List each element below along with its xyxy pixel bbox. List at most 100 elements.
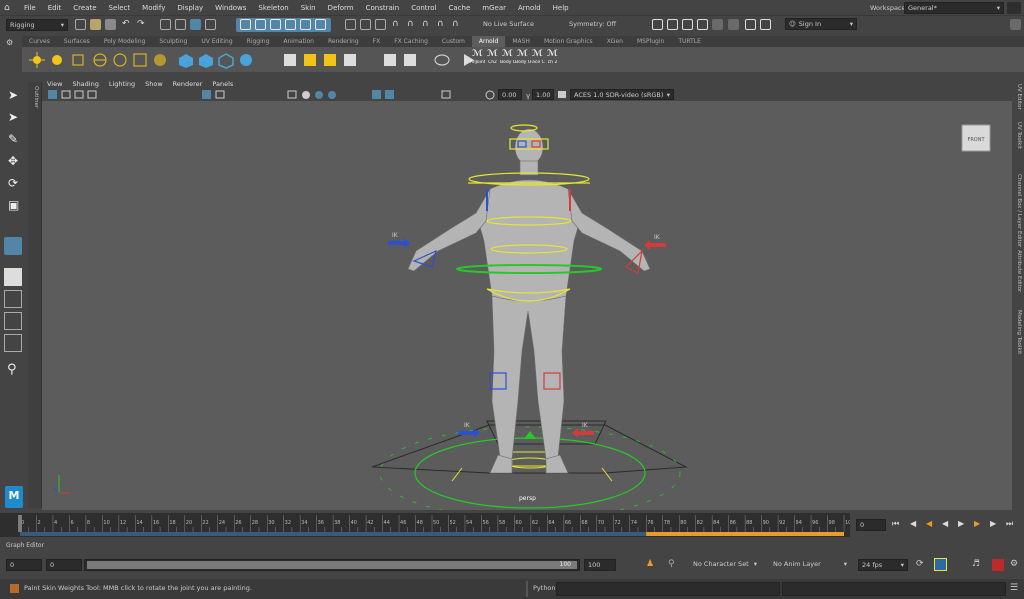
shelf-tab-fx-caching[interactable]: FX Caching (387, 36, 435, 47)
lights-icon[interactable] (328, 91, 336, 99)
magnet-icon-3[interactable]: ∩ (422, 19, 433, 30)
scale-tool-icon[interactable]: ▣ (8, 198, 19, 212)
material-icon[interactable] (324, 54, 336, 66)
bookmark-icon[interactable] (74, 90, 84, 99)
animation-start-field[interactable]: 0 (6, 559, 42, 571)
open-scene-icon[interactable] (90, 19, 101, 30)
viewport-scene[interactable]: IK IK IK IK FRONT persp (42, 101, 1012, 510)
paint-select-icon[interactable]: ✎ (8, 132, 18, 146)
shelf-tab-animation[interactable]: Animation (276, 36, 321, 47)
shelf-tab-poly-modeling[interactable]: Poly Modeling (97, 36, 153, 47)
script-editor-icon[interactable]: ☰ (1010, 583, 1018, 593)
select-joints-icon[interactable] (384, 54, 396, 66)
toggle-panel-icon[interactable] (745, 19, 756, 30)
script-language-button[interactable]: Python (533, 584, 556, 592)
rotate-tool-icon[interactable]: ⟳ (8, 176, 18, 190)
shelf-tab-uv-editing[interactable]: UV Editing (194, 36, 239, 47)
color-management-icon[interactable] (558, 91, 566, 98)
select-object-icon[interactable] (175, 19, 186, 30)
fps-dropdown[interactable]: 24 fps ▾ (858, 559, 908, 571)
play-backwards-icon[interactable]: ◀ (942, 519, 948, 528)
settings-cube-icon[interactable] (1010, 19, 1021, 30)
gamma-field[interactable]: 1.00 (532, 89, 554, 100)
lock-selection-icon[interactable] (205, 19, 216, 30)
menu-mgear[interactable]: mGear (476, 0, 512, 16)
symmetry-dropdown[interactable]: Symmetry: Off (566, 19, 640, 31)
shelf-tab-rendering[interactable]: Rendering (321, 36, 366, 47)
step-back-key-icon[interactable]: ◀ (910, 519, 916, 528)
render-view-icon[interactable] (652, 19, 663, 30)
flush-cache-icon[interactable] (284, 54, 296, 66)
render-frame-icon[interactable] (345, 19, 356, 30)
menu-edit[interactable]: Edit (42, 0, 68, 16)
shelf-tab-fx[interactable]: FX (366, 36, 388, 47)
shelf-tab-turtle[interactable]: TURTLE (671, 36, 708, 47)
snap-edge-icon[interactable] (315, 19, 326, 30)
go-to-end-icon[interactable]: ⏭ (1006, 519, 1013, 529)
sound-icon[interactable]: ♬ (972, 559, 980, 569)
step-forward-key-icon[interactable]: ▶ (990, 519, 996, 528)
two-view-layout-icon[interactable] (4, 312, 22, 330)
range-slider[interactable]: 100 (84, 559, 580, 571)
xray-joints-icon[interactable] (385, 90, 394, 99)
lasso-tool-icon[interactable]: ➤ (8, 110, 18, 124)
wireframe-icon[interactable] (287, 90, 297, 99)
step-forward-frame-icon[interactable]: ▶ (974, 519, 980, 528)
shelf-tab-custom[interactable]: Custom (435, 36, 472, 47)
toggle-panel-icon-2[interactable] (760, 19, 771, 30)
sun-icon[interactable] (29, 52, 45, 68)
playback-preferences-icon[interactable] (992, 559, 1004, 571)
command-line-input[interactable] (556, 582, 780, 596)
menu-select[interactable]: Select (103, 0, 137, 16)
outliner-strip[interactable]: Outliner (28, 82, 42, 508)
outliner-tab[interactable]: Outliner (33, 86, 39, 108)
select-tool-icon[interactable]: ➤ (8, 88, 18, 102)
shelf-script-button[interactable]: ℳ AllJoint (470, 49, 485, 70)
bulb-icon[interactable] (52, 55, 62, 65)
shelf-script-button[interactable]: ℳ Face Ct (530, 49, 545, 70)
menu-skin[interactable]: Skin (295, 0, 322, 16)
skydome-icon[interactable] (93, 53, 107, 67)
magnet-icon[interactable]: ∩ (392, 19, 403, 30)
graph-editor-label[interactable]: Graph Editor (6, 542, 44, 549)
redo-icon[interactable]: ↷ (137, 19, 148, 30)
shelf-tab-motion-graphics[interactable]: Motion Graphics (537, 36, 600, 47)
mode-dropdown[interactable]: Rigging ▾ (6, 19, 68, 31)
key-icon[interactable]: ⚲ (668, 559, 675, 569)
undo-icon[interactable]: ↶ (122, 19, 133, 30)
loop-icon[interactable]: ⟳ (916, 559, 924, 569)
display-icon[interactable] (434, 54, 450, 66)
magnet-icon-2[interactable]: ∩ (407, 19, 418, 30)
play-forwards-icon[interactable]: ▶ (958, 519, 964, 528)
camera-attributes-icon[interactable] (61, 90, 71, 99)
license-icon[interactable] (304, 54, 316, 66)
mesh-light-icon[interactable] (133, 53, 147, 67)
save-scene-icon[interactable] (105, 19, 116, 30)
isolate-select-icon[interactable] (441, 90, 451, 99)
character-set-dropdown[interactable]: No Character Set ▾ (690, 559, 760, 571)
film-gate-icon[interactable] (215, 90, 225, 99)
gamma-icon[interactable]: γ (526, 92, 530, 100)
shelf-menu-icon[interactable]: ⚙ (6, 38, 13, 47)
area-light-icon[interactable] (72, 54, 84, 66)
step-back-frame-icon[interactable]: ◀ (926, 519, 932, 528)
menu-windows[interactable]: Windows (209, 0, 252, 16)
menu-file[interactable]: File (18, 0, 42, 16)
xray-icon[interactable] (372, 90, 381, 99)
move-tool-icon[interactable]: ✥ (8, 154, 18, 168)
shelf-script-button[interactable]: ℳch 2 (545, 49, 560, 70)
outliner-layout-icon[interactable] (4, 334, 22, 352)
arnold-render-icon[interactable] (728, 19, 739, 30)
range-slider-handle[interactable] (87, 561, 577, 569)
color-space-dropdown[interactable]: ACES 1.0 SDR-video (sRGB) ▾ (570, 89, 674, 100)
photometric-icon[interactable] (113, 53, 127, 67)
right-tab-modeling-toolkit[interactable]: Modeling Toolkit (1016, 310, 1022, 354)
menu-constrain[interactable]: Constrain (360, 0, 406, 16)
physical-sky-icon[interactable] (154, 54, 166, 66)
preferences-icon[interactable]: ⚙ (1010, 559, 1018, 569)
menu-cache[interactable]: Cache (443, 0, 477, 16)
sign-in-button[interactable]: ☺ Sign In ▾ (785, 18, 857, 30)
mirror-joints-icon[interactable] (404, 54, 416, 66)
curve-collector-icon[interactable] (240, 54, 252, 66)
menu-help[interactable]: Help (547, 0, 575, 16)
